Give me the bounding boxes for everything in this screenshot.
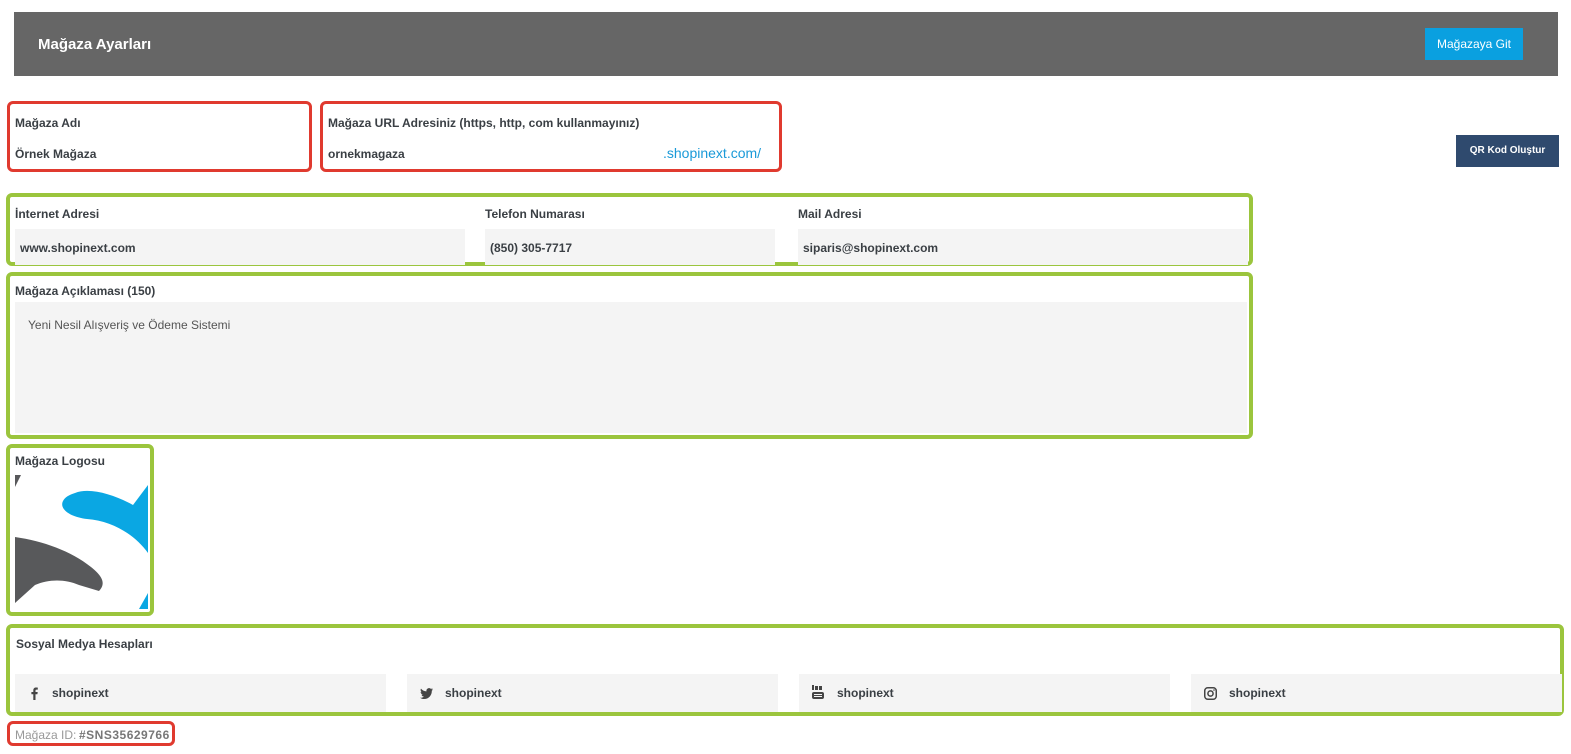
store-logo[interactable] [15,475,148,609]
social-label: Sosyal Medya Hesapları [16,637,153,651]
twitter-value: shopinext [445,686,502,700]
instagram-icon [1203,686,1217,700]
website-label: İnternet Adresi [15,207,100,221]
shopinext-logo-icon [15,475,148,609]
phone-input[interactable]: (850) 305-7717 [485,229,775,265]
facebook-icon [27,686,41,700]
goto-store-button[interactable]: Mağazaya Git [1425,28,1523,60]
social-section: Sosyal Medya Hesapları shopinext shopine… [6,624,1564,716]
contact-section: İnternet Adresi www.shopinext.com Telefo… [6,193,1253,266]
store-id-section: Mağaza ID: #SNS35629766 [7,721,175,746]
store-name-label: Mağaza Adı [15,116,81,130]
email-label: Mail Adresi [798,207,862,221]
store-name-section: Mağaza Adı Örnek Mağaza [7,101,312,172]
twitter-icon [419,686,433,700]
twitter-input[interactable]: shopinext [407,674,778,712]
store-id-value: #SNS35629766 [79,728,170,742]
description-value: Yeni Nesil Alışveriş ve Ödeme Sistemi [28,318,231,332]
email-input[interactable]: siparis@shopinext.com [798,229,1248,265]
phone-label: Telefon Numarası [485,207,585,221]
store-name-input[interactable]: Örnek Mağaza [15,147,305,167]
facebook-input[interactable]: shopinext [15,674,386,712]
email-value: siparis@shopinext.com [803,241,939,255]
description-textarea[interactable]: Yeni Nesil Alışveriş ve Ödeme Sistemi [15,302,1247,433]
facebook-value: shopinext [52,686,109,700]
website-input[interactable]: www.shopinext.com [15,229,465,265]
qr-code-button[interactable]: QR Kod Oluştur [1456,135,1559,167]
description-label: Mağaza Açıklaması (150) [15,284,156,298]
youtube-input[interactable]: shopinext [799,674,1170,712]
store-url-section: Mağaza URL Adresiniz (https, http, com k… [320,101,782,172]
instagram-value: shopinext [1229,686,1286,700]
youtube-icon [811,685,825,699]
logo-label: Mağaza Logosu [15,454,106,468]
instagram-input[interactable]: shopinext [1191,674,1562,712]
phone-value: (850) 305-7717 [490,241,573,255]
page-header: Mağaza Ayarları Mağazaya Git [14,12,1558,76]
logo-section: Mağaza Logosu [6,444,154,616]
website-value: www.shopinext.com [20,241,136,255]
page-title: Mağaza Ayarları [38,36,152,53]
description-section: Mağaza Açıklaması (150) Yeni Nesil Alışv… [6,272,1253,439]
store-url-label: Mağaza URL Adresiniz (https, http, com k… [328,116,640,130]
store-url-suffix: .shopinext.com/ [663,145,762,161]
store-id-label: Mağaza ID: [15,728,77,742]
youtube-value: shopinext [837,686,894,700]
store-url-input[interactable]: ornekmagaza [328,147,648,167]
